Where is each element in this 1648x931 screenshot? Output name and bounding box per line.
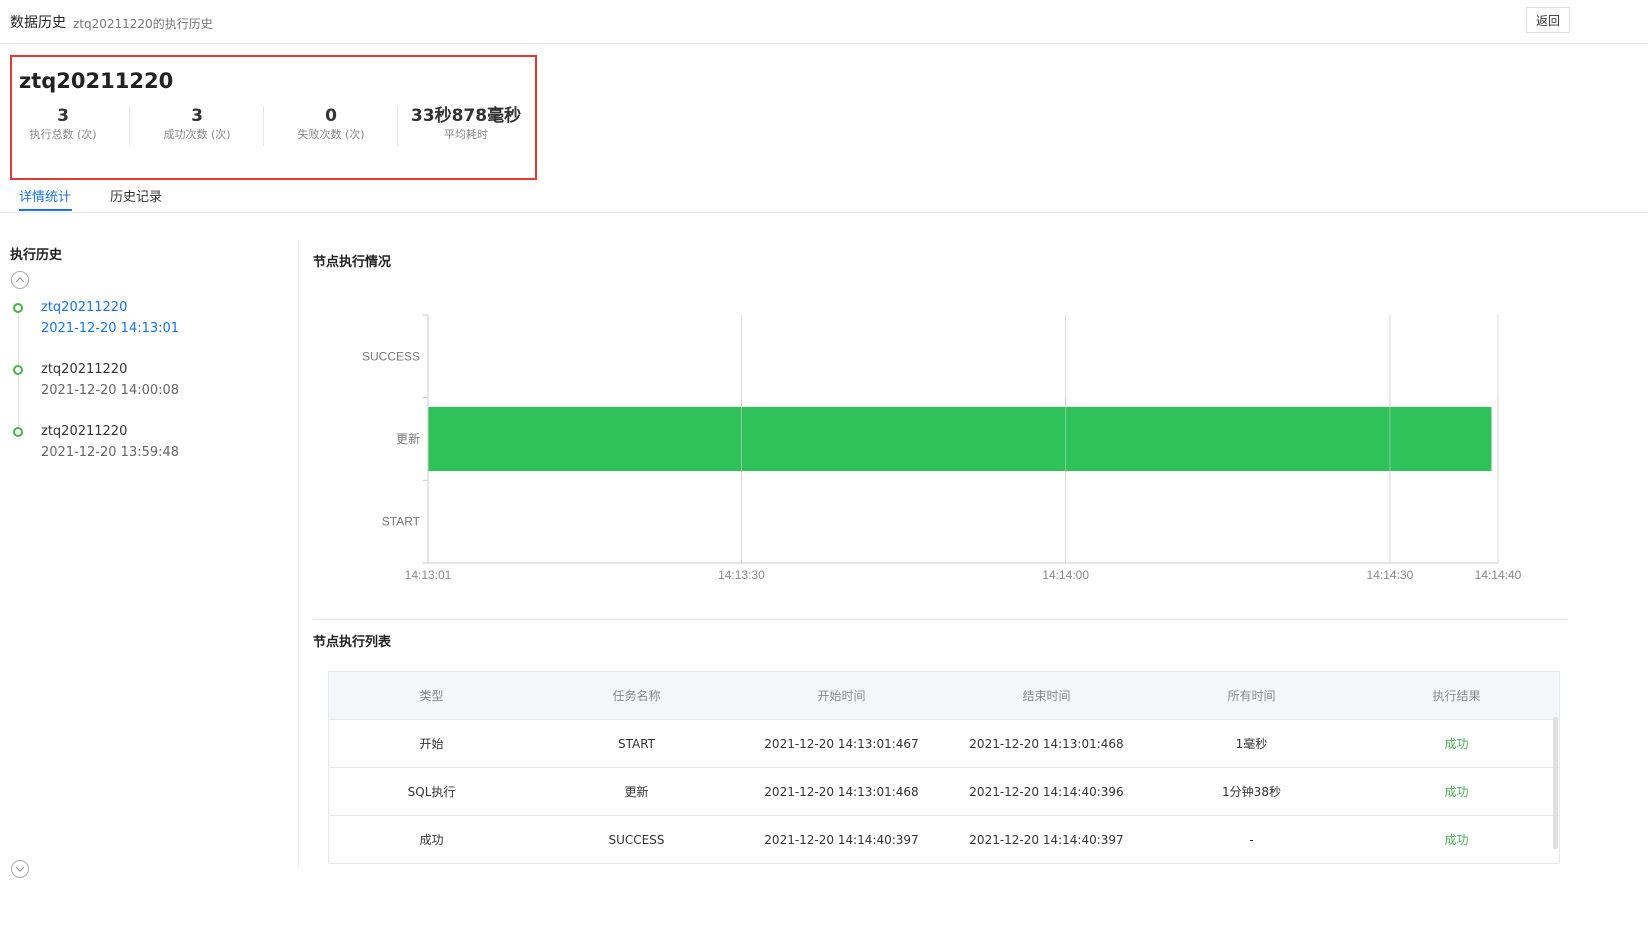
history-item[interactable]: ztq20211220 2021-12-20 14:13:01 [13,300,273,344]
history-item-name: ztq20211220 [41,362,128,377]
stat-divider [397,106,398,146]
scroll-up-button[interactable] [11,271,29,289]
cell-duration: 1毫秒 [1149,719,1354,768]
table-row: SQL执行 更新 2021-12-20 14:13:01:468 2021-12… [329,767,1559,816]
column-header: 所有时间 [1149,672,1354,720]
cell-task-name: START [534,719,739,768]
stat-total-value: 3 [57,106,69,126]
stat-avg-duration: 33秒878毫秒 平均耗时 [407,105,525,147]
page-subtitle: ztq20211220的执行历史 [73,17,213,31]
history-item-time: 2021-12-20 14:00:08 [41,383,180,398]
stat-divider [263,106,264,146]
cell-duration: - [1249,832,1254,847]
chart-section-title: 节点执行情况 [313,255,392,270]
history-item-time: 2021-12-20 13:59:48 [41,445,180,460]
panel-divider [298,240,299,868]
section-divider [313,619,1568,620]
cell-end-time: 2021-12-20 14:13:01:468 [944,719,1149,768]
stat-failed-label: 失败次数 (次) [297,128,365,141]
cell-result: 成功 [1354,719,1559,768]
chart-x-tick-label: 14:13:01 [405,568,452,582]
header-divider [0,43,1648,44]
table-section-title: 节点执行列表 [313,635,392,650]
chart-y-tick-label: START [382,515,421,529]
chart-x-tick-label: 14:14:30 [1367,568,1414,582]
timeline-dot-icon [13,303,23,313]
chart-x-tick-label: 14:14:40 [1475,568,1522,582]
cell-end-time: 2021-12-20 14:14:40:396 [944,767,1149,816]
chart-y-tick-label: 更新 [396,431,420,446]
node-exec-table: 类型 任务名称 开始时间 结束时间 所有时间 执行结果 开始 START 202… [328,671,1560,864]
tabs-divider [0,212,1648,213]
chart-x-tick-label: 14:14:00 [1042,568,1089,582]
table-row: 成功 SUCCESS 2021-12-20 14:14:40:397 2021-… [329,816,1559,864]
stat-divider [129,106,130,146]
scroll-down-button[interactable] [11,860,29,878]
stat-total-label: 执行总数 (次) [29,128,97,141]
cell-result: 成功 [1354,767,1559,816]
stat-success-label: 成功次数 (次) [163,128,231,141]
cell-type: 开始 [329,719,534,768]
column-header: 任务名称 [534,672,739,720]
stat-failed: 0 失败次数 (次) [289,105,373,147]
cell-type: SQL执行 [329,767,534,816]
history-item-name: ztq20211220 [41,300,128,315]
stat-avg-value: 33秒878毫秒 [410,106,522,126]
table-header-row: 类型 任务名称 开始时间 结束时间 所有时间 执行结果 [329,672,1559,720]
history-item-name: ztq20211220 [41,424,128,439]
gantt-chart: SUCCESS 更新 START 14:13:01 14:13:30 14:14:00 14… [362,314,1522,582]
cell-start-time: 2021-12-20 14:13:01:467 [739,719,944,768]
column-header: 开始时间 [739,672,944,720]
column-header: 类型 [329,672,534,720]
cell-task-name: SUCCESS [608,832,665,847]
chart-y-tick-label: SUCCESS [362,349,420,363]
table-row: 开始 START 2021-12-20 14:13:01:467 2021-12… [329,719,1559,768]
timeline-dot-icon [13,365,23,375]
cell-start-time: 2021-12-20 14:14:40:397 [764,832,919,847]
cell-type: 成功 [419,833,444,847]
tab-detail-stats[interactable]: 详情统计 [19,186,71,205]
chevron-down-icon [15,866,25,872]
summary-name: ztq20211220 [19,69,174,93]
stat-failed-value: 0 [325,106,337,126]
stat-total: 3 执行总数 (次) [22,105,104,147]
cell-end-time: 2021-12-20 14:14:40:397 [969,832,1124,847]
cell-task-name: 更新 [534,767,739,816]
tab-history-records[interactable]: 历史记录 [110,186,162,205]
cell-duration: 1分钟38秒 [1149,767,1354,816]
chart-x-tick-label: 14:13:30 [718,568,765,582]
history-item-time: 2021-12-20 14:13:01 [41,321,180,336]
cell-result: 成功 [1444,833,1469,847]
history-item[interactable]: ztq20211220 2021-12-20 13:59:48 [13,424,273,468]
chevron-up-icon [15,277,25,283]
chart-bar [428,407,1492,471]
stat-success: 3 成功次数 (次) [155,105,239,147]
history-title: 执行历史 [10,248,63,263]
column-header: 结束时间 [944,672,1149,720]
page-title: 数据历史 [10,15,66,31]
back-button[interactable]: 返回 [1526,7,1570,33]
stat-success-value: 3 [191,106,203,126]
column-header: 执行结果 [1354,672,1559,720]
timeline-dot-icon [13,427,23,437]
tab-active-indicator [19,209,72,211]
cell-start-time: 2021-12-20 14:13:01:468 [739,767,944,816]
stat-avg-label: 平均耗时 [444,128,488,141]
table-scrollbar[interactable] [1553,717,1558,849]
history-item[interactable]: ztq20211220 2021-12-20 14:00:08 [13,362,273,406]
